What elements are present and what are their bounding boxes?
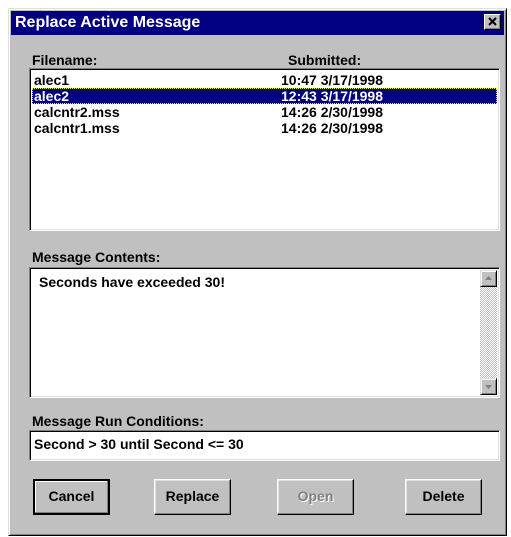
scroll-down-button[interactable] xyxy=(480,378,497,395)
list-item-selected[interactable]: alec2 12:43 3/17/1998 xyxy=(32,88,497,104)
scroll-up-button[interactable] xyxy=(480,270,497,287)
arrow-up-icon xyxy=(485,276,492,280)
message-contents-text: Seconds have exceeded 30! xyxy=(39,274,225,290)
close-button[interactable] xyxy=(484,14,501,30)
open-button[interactable]: Open xyxy=(277,479,354,515)
dialog-title: Replace Active Message xyxy=(15,14,201,31)
submitted-cell: 14:26 2/30/1998 xyxy=(281,104,383,120)
run-conditions-label: Message Run Conditions: xyxy=(32,413,204,429)
submitted-column-header: Submitted: xyxy=(288,52,362,68)
filename-cell: calcntr1.mss xyxy=(34,120,120,136)
filename-cell: alec1 xyxy=(34,72,70,88)
replace-button[interactable]: Replace xyxy=(154,479,231,515)
run-conditions-value: Second > 30 until Second <= 30 xyxy=(34,436,244,452)
vertical-scrollbar[interactable] xyxy=(480,270,497,395)
delete-button[interactable]: Delete xyxy=(405,479,482,515)
title-bar[interactable]: Replace Active Message xyxy=(11,11,504,35)
list-item[interactable]: calcntr2.mss 14:26 2/30/1998 xyxy=(32,104,497,120)
list-item[interactable]: alec1 10:47 3/17/1998 xyxy=(32,72,497,88)
replace-active-message-dialog: Replace Active Message Filename: Submitt… xyxy=(8,8,507,536)
run-conditions-field[interactable]: Second > 30 until Second <= 30 xyxy=(29,430,500,461)
arrow-down-icon xyxy=(485,385,492,389)
submitted-cell: 10:47 3/17/1998 xyxy=(281,72,383,88)
message-contents-label: Message Contents: xyxy=(32,249,161,265)
filename-cell: alec2 xyxy=(34,88,70,104)
filename-cell: calcntr2.mss xyxy=(34,104,120,120)
cancel-button[interactable]: Cancel xyxy=(33,479,110,515)
list-item[interactable]: calcntr1.mss 14:26 2/30/1998 xyxy=(32,120,497,136)
filename-column-header: Filename: xyxy=(32,52,98,68)
submitted-cell: 14:26 2/30/1998 xyxy=(281,120,383,136)
close-icon xyxy=(488,17,497,26)
message-file-list[interactable]: alec1 10:47 3/17/1998 alec2 12:43 3/17/1… xyxy=(29,68,500,231)
submitted-cell: 12:43 3/17/1998 xyxy=(281,88,383,104)
message-contents-textarea[interactable]: Seconds have exceeded 30! xyxy=(29,267,500,398)
